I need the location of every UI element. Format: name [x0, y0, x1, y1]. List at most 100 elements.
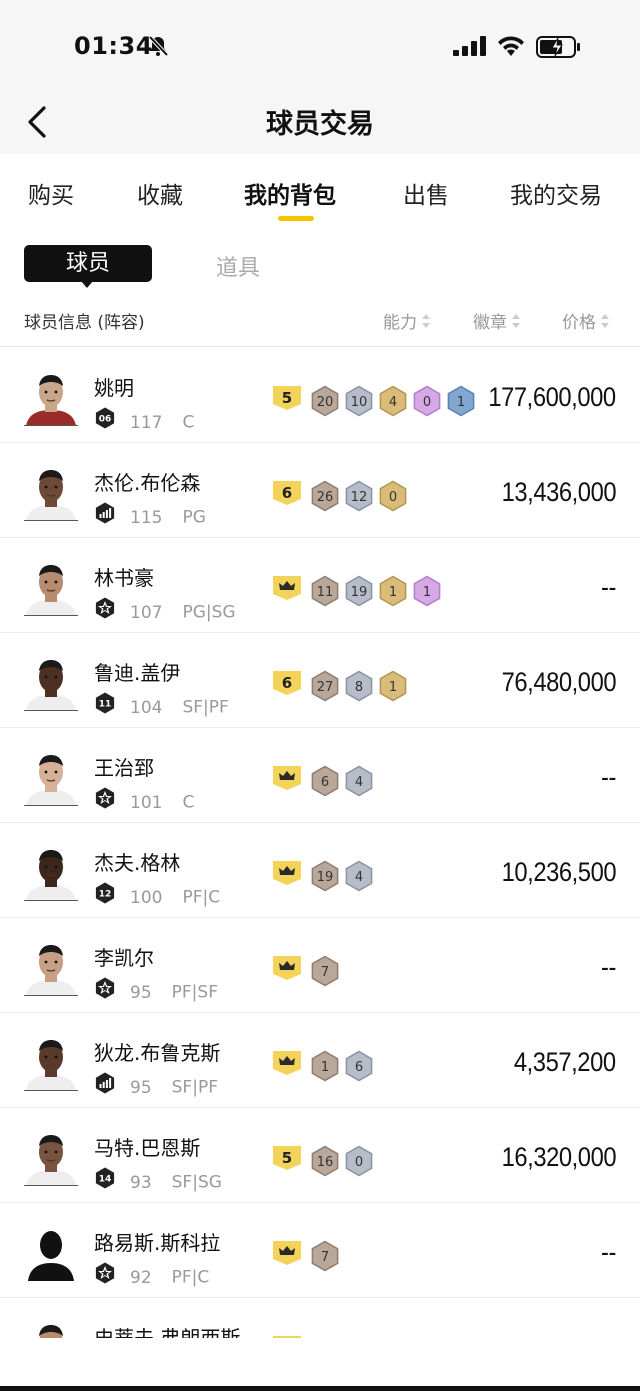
player-position: PF|C: [171, 1267, 210, 1288]
svg-text:14: 14: [99, 1175, 112, 1185]
svg-text:06: 06: [99, 415, 112, 425]
tier-badge: 5: [272, 385, 302, 415]
player-position: PF|SF: [171, 982, 218, 1003]
lineup-rank-icon: [94, 1262, 116, 1289]
player-price: 16,320,000: [501, 1142, 616, 1172]
column-price-sort[interactable]: 价格: [562, 308, 610, 334]
badge-hex: 11: [310, 575, 340, 611]
player-name: 姚明: [94, 376, 134, 400]
badge-count: 12: [351, 490, 368, 505]
lineup-rank-icon: 14: [94, 1167, 116, 1194]
badge-count: 16: [317, 1155, 334, 1170]
player-position: SF|PF: [182, 697, 229, 718]
player-name: 狄龙.布鲁克斯: [94, 1041, 221, 1065]
badge-count: 27: [317, 680, 334, 695]
tab-sell[interactable]: 出售: [403, 176, 449, 210]
segment-pointer: [81, 281, 93, 288]
player-ovr: 117: [130, 412, 163, 433]
badge-count: 19: [317, 870, 334, 885]
player-ovr: 93: [130, 1172, 152, 1193]
tier-badge: [272, 765, 302, 795]
player-position: PF|C: [182, 887, 221, 908]
player-row[interactable]: 李凯尔 95 PF|SF 7 --: [0, 918, 640, 1013]
badge-count: 1: [321, 1060, 329, 1075]
player-price: 10,236,500: [501, 857, 616, 887]
tier-badge: [272, 1050, 302, 1080]
badge-count: 1: [389, 585, 397, 600]
tab-favorites[interactable]: 收藏: [137, 176, 183, 210]
badge-count: 7: [321, 1250, 329, 1265]
player-ovr: 101: [130, 792, 163, 813]
lineup-rank-icon: [94, 502, 116, 529]
player-row[interactable]: 王治郅 101 C 6 4 --: [0, 728, 640, 823]
player-ovr: 107: [130, 602, 163, 623]
player-price: 177,600,000: [488, 382, 617, 412]
tab-my-backpack[interactable]: 我的背包: [244, 176, 336, 210]
badge-hex: 19: [344, 575, 374, 611]
sort-icon: [421, 313, 431, 334]
player-position: PG|SG: [182, 602, 236, 623]
player-name: 马特.巴恩斯: [94, 1136, 201, 1160]
player-row[interactable]: 马特.巴恩斯 14 93 SF|SG 5 16 0 16,320,000: [0, 1108, 640, 1203]
player-row[interactable]: 鲁迪.盖伊 11 104 SF|PF 6 27 8 1 76,480,000: [0, 633, 640, 728]
player-avatar: [24, 1225, 78, 1281]
status-time: 01:34: [74, 32, 153, 60]
badge-hex: 1: [378, 575, 408, 611]
player-row[interactable]: 林书豪 107 PG|SG 11 19 1 1 --: [0, 538, 640, 633]
wifi-icon: [497, 35, 525, 61]
badge-hex: 4: [378, 385, 408, 421]
bottom-fade: [0, 1338, 640, 1391]
player-row[interactable]: 路易斯.斯科拉 92 PF|C 7 --: [0, 1203, 640, 1298]
player-name: 李凯尔: [94, 946, 154, 970]
player-price: 13,436,000: [501, 477, 616, 507]
player-ovr: 95: [130, 982, 152, 1003]
badge-hex: 8: [344, 670, 374, 706]
badge-hex: 7: [310, 1240, 340, 1276]
badge-count: 1: [389, 680, 397, 695]
nav-bar: 球员交易: [0, 90, 640, 154]
battery-charging-icon: [536, 36, 582, 62]
active-tab-indicator: [278, 216, 314, 221]
player-name: 杰夫.格林: [94, 851, 181, 875]
player-price: --: [601, 572, 616, 602]
player-avatar: [24, 1130, 78, 1186]
badge-hex: 26: [310, 480, 340, 516]
player-ovr: 104: [130, 697, 163, 718]
player-row[interactable]: 杰伦.布伦森 115 PG 6 26 12 0 13,436,000: [0, 443, 640, 538]
badge-count: 4: [389, 395, 397, 410]
badge-hex: 1: [412, 575, 442, 611]
column-price-label: 价格: [562, 313, 596, 333]
player-ovr: 115: [130, 507, 163, 528]
column-ability-sort[interactable]: 能力: [383, 308, 431, 334]
badge-hex: 0: [378, 480, 408, 516]
player-row[interactable]: 姚明 06 117 C 5 20 10 4 0 1 177,600,000: [0, 348, 640, 443]
column-player-info: 球员信息 (阵容): [24, 313, 145, 333]
player-avatar: [24, 940, 78, 996]
badge-hex: 19: [310, 860, 340, 896]
player-avatar: [24, 750, 78, 806]
tier-text: 6: [282, 674, 292, 692]
player-avatar: [24, 560, 78, 616]
player-avatar: [24, 845, 78, 901]
player-row[interactable]: 杰夫.格林 12 100 PF|C 19 4 10,236,500: [0, 823, 640, 918]
player-meta: 115 PG: [94, 502, 206, 531]
tier-badge: 6: [272, 480, 302, 510]
tab-my-trades[interactable]: 我的交易: [510, 176, 602, 210]
player-row[interactable]: 狄龙.布鲁克斯 95 SF|PF 1 6 4,357,200: [0, 1013, 640, 1108]
segment-players[interactable]: 球员: [24, 245, 152, 282]
tier-text: 6: [282, 484, 292, 502]
svg-text:11: 11: [99, 700, 112, 710]
column-badges-sort[interactable]: 徽章: [473, 308, 521, 334]
bottom-edge: [0, 1386, 640, 1391]
player-avatar: [24, 465, 78, 521]
column-badges-label: 徽章: [473, 313, 507, 333]
badge-hex: 0: [412, 385, 442, 421]
player-position: PG: [182, 507, 206, 528]
tier-badge: 6: [272, 670, 302, 700]
segment-items[interactable]: 道具: [216, 250, 260, 282]
player-meta: 11 104 SF|PF: [94, 692, 229, 721]
badge-count: 4: [355, 870, 363, 885]
column-ability-label: 能力: [383, 313, 417, 333]
tab-buy[interactable]: 购买: [28, 176, 74, 210]
sort-icon: [511, 313, 521, 334]
